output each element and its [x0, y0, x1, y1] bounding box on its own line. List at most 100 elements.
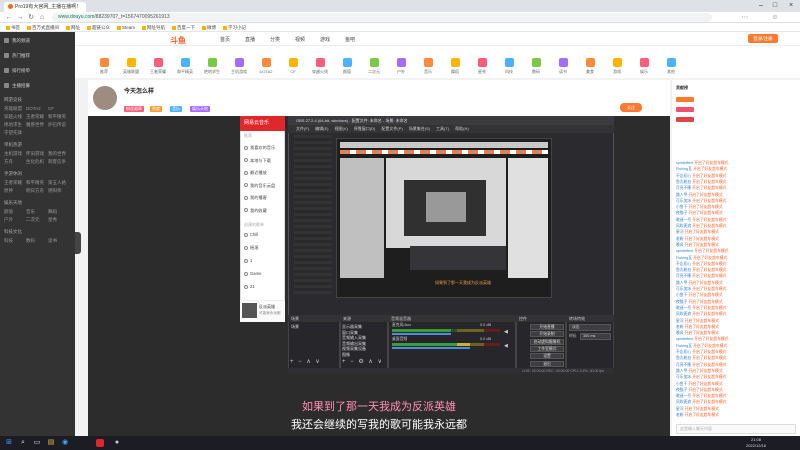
category-item[interactable]: 游戏 — [605, 58, 629, 75]
sidebar-link[interactable]: 王者荣耀 — [4, 179, 26, 187]
clock[interactable]: 21:08 2022/12/16 — [732, 437, 780, 449]
home-icon[interactable]: ⌂ — [37, 12, 47, 23]
category-item[interactable]: 颜值 — [335, 58, 359, 75]
category-item[interactable]: 读书 — [551, 58, 575, 75]
chat-username[interactable]: 路人甲 — [676, 193, 687, 197]
chat-username[interactable]: 风吹麦浪 — [676, 400, 691, 404]
chat-username[interactable]: 风吹麦浪 — [676, 312, 691, 316]
chat-username[interactable]: 老粉 — [676, 325, 684, 329]
netease-playlist-item[interactable]: Game — [244, 270, 261, 278]
file-explorer-icon[interactable]: ▤ — [46, 438, 56, 448]
task-view-icon[interactable]: ▭ — [32, 438, 42, 448]
chat-username[interactable]: 不忘初心 — [676, 262, 691, 266]
scene-item[interactable]: 场景 — [291, 323, 299, 330]
volume-slider[interactable] — [392, 333, 452, 335]
extensions-icon[interactable]: ⋯ — [740, 12, 750, 23]
album-cover[interactable] — [242, 303, 257, 318]
obs-control-button[interactable]: 启动虚拟摄像机 — [530, 338, 564, 345]
category-item[interactable]: 二次元 — [362, 58, 386, 75]
chat-username[interactable]: 老粉 — [676, 413, 684, 417]
chat-input[interactable]: 这里输入聊天内容 — [676, 424, 796, 434]
netease-playlist-item[interactable]: 1 — [244, 257, 252, 265]
category-item[interactable]: 科技 — [497, 58, 521, 75]
sidebar-link[interactable]: 炉石传说 — [48, 121, 70, 129]
netease-playlist-item[interactable]: Chill — [244, 231, 258, 239]
speaker-icon[interactable]: ◀ — [504, 329, 508, 335]
category-item[interactable]: 美食 — [578, 58, 602, 75]
chat-username[interactable]: 鱼丸粉丝 — [676, 180, 691, 184]
speaker-icon[interactable]: ◀ — [504, 343, 508, 349]
chat-username[interactable]: 歌迷一号 — [676, 306, 691, 310]
obs-menu-item[interactable]: 场景集合(S) — [409, 126, 430, 131]
forward-icon[interactable]: → — [15, 12, 25, 23]
obs-control-button[interactable]: 开始直播 — [530, 324, 564, 330]
nav-item[interactable]: 鱼吧 — [345, 36, 355, 43]
netease-menu-item[interactable]: 我的播客 — [244, 194, 267, 202]
sidebar-link[interactable]: 阴阳师 — [48, 187, 70, 195]
volume-slider[interactable] — [392, 347, 470, 349]
sidebar-link[interactable]: 我的世界 — [48, 150, 70, 158]
netease-menu-item[interactable]: 我的音乐云盘 — [244, 182, 275, 190]
chat-username[interactable]: 路人甲 — [676, 281, 687, 285]
chat-username[interactable]: 路人甲 — [676, 369, 687, 373]
bookmark-item[interactable]: 学习小记 — [223, 23, 246, 32]
profile-icon[interactable]: ☺ — [770, 12, 780, 23]
sidebar-link[interactable]: 户外 — [4, 216, 26, 224]
sidebar-link[interactable]: 怀旧游戏 — [26, 150, 48, 158]
netease-menu-item[interactable]: 我的收藏 — [244, 207, 267, 215]
obs-taskbar-icon[interactable]: ● — [112, 438, 122, 448]
obs-menu-item[interactable]: 编辑(E) — [315, 126, 328, 131]
chat-username[interactable]: 小鱼干 — [676, 205, 687, 209]
sidebar-link[interactable]: 星秀 — [48, 216, 70, 224]
sidebar-link[interactable]: 方舟 — [4, 158, 26, 166]
chat-username[interactable]: spiriteffect — [676, 337, 693, 341]
bookmark-item[interactable]: Steam — [117, 23, 135, 32]
chat-username[interactable]: 小鱼干 — [676, 382, 687, 386]
netease-playlist-item[interactable]: 21 — [244, 283, 255, 291]
sidebar-link[interactable]: 第五人格 — [48, 179, 70, 187]
edge-icon[interactable]: ◉ — [60, 438, 70, 448]
nav-item[interactable]: 视频 — [295, 36, 305, 43]
reload-icon[interactable]: ↻ — [26, 12, 36, 23]
sidebar-link[interactable]: 刺客信条 — [48, 158, 70, 166]
sidebar-link[interactable]: 穿越火线 — [4, 113, 26, 121]
sidebar-link[interactable]: 王者荣耀 — [26, 113, 48, 121]
category-item[interactable]: DOTA2 — [254, 58, 278, 74]
chat-username[interactable]: 星河 — [676, 407, 684, 411]
chat-username[interactable]: Fishing瓦 — [676, 167, 692, 171]
chat-username[interactable]: 晚风 — [676, 243, 684, 247]
sidebar-link[interactable]: 舞蹈 — [48, 208, 70, 216]
sidebar-link[interactable]: 守望先锋 — [4, 129, 26, 137]
bookmark-item[interactable]: 超链公众 — [87, 23, 110, 32]
category-item[interactable]: 音乐 — [416, 58, 440, 75]
obs-control-button[interactable]: 开始录制 — [530, 331, 564, 338]
nav-item[interactable]: 直播 — [245, 36, 255, 43]
sidebar-link[interactable]: 明日方舟 — [26, 187, 48, 195]
chat-username[interactable]: 夜猫子 — [676, 388, 687, 392]
duration-input[interactable]: 300 ms — [580, 333, 611, 340]
sidebar-link[interactable]: 英雄联盟 — [4, 105, 26, 113]
bookmark-item[interactable]: 百万式直播间 — [27, 23, 59, 32]
scene-controls[interactable]: + − ∧ ∨ — [290, 358, 320, 365]
chat-username[interactable]: 风吹麦浪 — [676, 224, 691, 228]
category-item[interactable]: 主机游戏 — [227, 58, 251, 75]
chat-username[interactable]: 小鱼干 — [676, 293, 687, 297]
back-icon[interactable]: ← — [4, 12, 14, 23]
category-item[interactable]: 和平精英 — [173, 58, 197, 75]
chat-username[interactable]: 月亮不睡 — [676, 274, 691, 278]
category-item[interactable]: 户外 — [389, 58, 413, 75]
category-item[interactable]: 舞蹈 — [443, 58, 467, 75]
source-item[interactable]: 图像 — [342, 351, 350, 358]
chat-username[interactable]: 鱼丸粉丝 — [676, 268, 691, 272]
netease-playlist-item[interactable]: 摇滚 — [244, 244, 258, 252]
chat-username[interactable]: 歌迷一号 — [676, 394, 691, 398]
transition-select[interactable]: 淡出 — [569, 324, 611, 331]
windows-start-icon[interactable]: ⊞ — [4, 438, 14, 448]
nav-item[interactable]: 游戏 — [320, 36, 330, 43]
bookmark-item[interactable]: 百度一下 — [172, 23, 195, 32]
sidebar-link[interactable]: 音乐 — [26, 208, 48, 216]
chat-username[interactable]: 夜猫子 — [676, 300, 687, 304]
bookmark-item[interactable]: 网址 — [66, 23, 80, 32]
category-item[interactable]: 绝地求生 — [200, 58, 224, 75]
category-item[interactable]: 数码 — [524, 58, 548, 75]
